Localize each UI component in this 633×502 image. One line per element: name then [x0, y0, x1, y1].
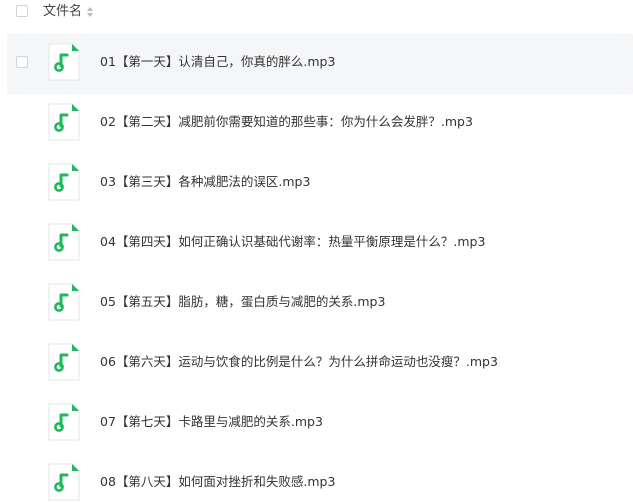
music-file-icon [48, 223, 80, 261]
sort-icon[interactable] [86, 6, 94, 18]
music-file-icon [48, 163, 80, 201]
file-row[interactable]: 01【第一天】认清自己，你真的胖么.mp3 [7, 34, 633, 94]
music-file-icon [48, 343, 80, 381]
music-file-icon [48, 103, 80, 141]
file-name[interactable]: 03【第三天】各种减肥法的误区.mp3 [100, 174, 310, 190]
file-name[interactable]: 01【第一天】认清自己，你真的胖么.mp3 [100, 54, 335, 70]
file-name[interactable]: 04【第四天】如何正确认识基础代谢率：热量平衡原理是什么？.mp3 [100, 234, 485, 250]
column-header-filename[interactable]: 文件名 [43, 4, 82, 20]
music-file-icon [48, 283, 80, 321]
file-row[interactable]: 08【第八天】如何面对挫折和失败感.mp3 [0, 454, 633, 502]
file-name[interactable]: 07【第七天】卡路里与减肥的关系.mp3 [100, 414, 323, 430]
music-file-icon [48, 403, 80, 441]
row-checkbox[interactable] [16, 56, 28, 68]
file-row[interactable]: 06【第六天】运动与饮食的比例是什么？为什么拼命运动也没瘦？.mp3 [0, 334, 633, 394]
file-row[interactable]: 04【第四天】如何正确认识基础代谢率：热量平衡原理是什么？.mp3 [0, 214, 633, 274]
file-name[interactable]: 08【第八天】如何面对挫折和失败感.mp3 [100, 474, 335, 490]
music-file-icon [48, 43, 80, 81]
file-name[interactable]: 06【第六天】运动与饮食的比例是什么？为什么拼命运动也没瘦？.mp3 [100, 354, 498, 370]
list-header: 文件名 [0, 0, 633, 26]
file-list: 文件名 01【第一天】认清自己，你真的胖么.mp3 02【第二天】减肥前你需要知… [0, 0, 633, 502]
file-row[interactable]: 02【第二天】减肥前你需要知道的那些事：你为什么会发胖？.mp3 [0, 94, 633, 154]
file-name[interactable]: 02【第二天】减肥前你需要知道的那些事：你为什么会发胖？.mp3 [100, 114, 473, 130]
file-row[interactable]: 07【第七天】卡路里与减肥的关系.mp3 [0, 394, 633, 454]
file-rows: 01【第一天】认清自己，你真的胖么.mp3 02【第二天】减肥前你需要知道的那些… [0, 34, 633, 502]
music-file-icon [48, 463, 80, 501]
select-all-checkbox[interactable] [16, 5, 28, 17]
file-row[interactable]: 03【第三天】各种减肥法的误区.mp3 [0, 154, 633, 214]
file-row[interactable]: 05【第五天】脂肪，糖，蛋白质与减肥的关系.mp3 [0, 274, 633, 334]
file-name[interactable]: 05【第五天】脂肪，糖，蛋白质与减肥的关系.mp3 [100, 294, 385, 310]
